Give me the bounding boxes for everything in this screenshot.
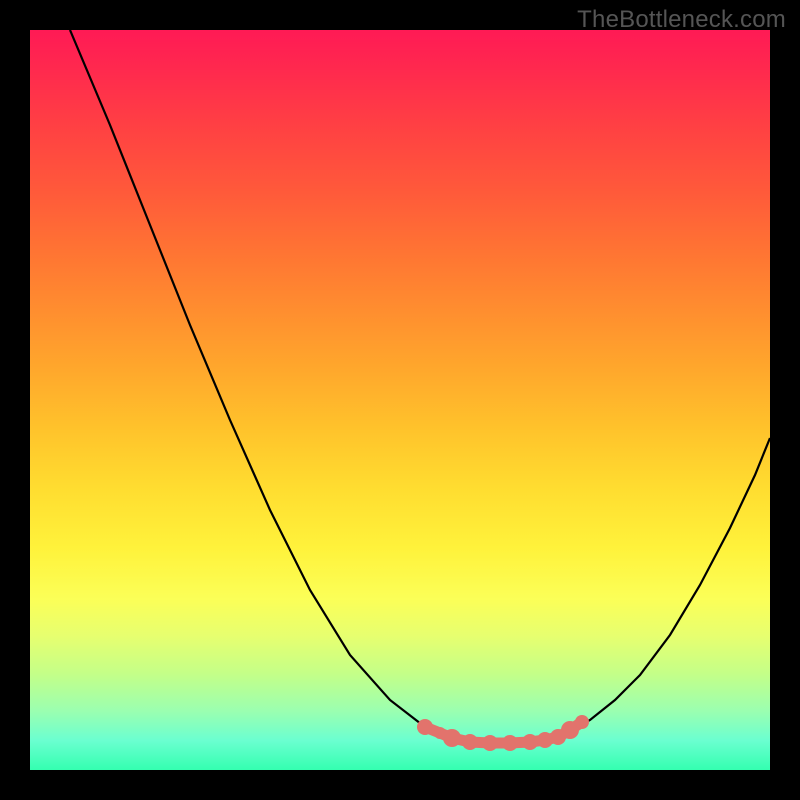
curve-right	[572, 438, 770, 730]
plateau-dot	[462, 734, 478, 750]
plateau-dot	[522, 734, 538, 750]
plateau-dot	[417, 719, 433, 735]
chart-svg	[30, 30, 770, 770]
plateau-dot	[443, 729, 461, 747]
plateau-dot	[502, 735, 518, 751]
plateau-dot	[575, 715, 589, 729]
watermark-text: TheBottleneck.com	[577, 6, 786, 34]
plateau-marker-group	[417, 715, 589, 751]
plateau-dot	[482, 735, 498, 751]
curve-left	[70, 30, 450, 737]
chart-plot-area	[30, 30, 770, 770]
